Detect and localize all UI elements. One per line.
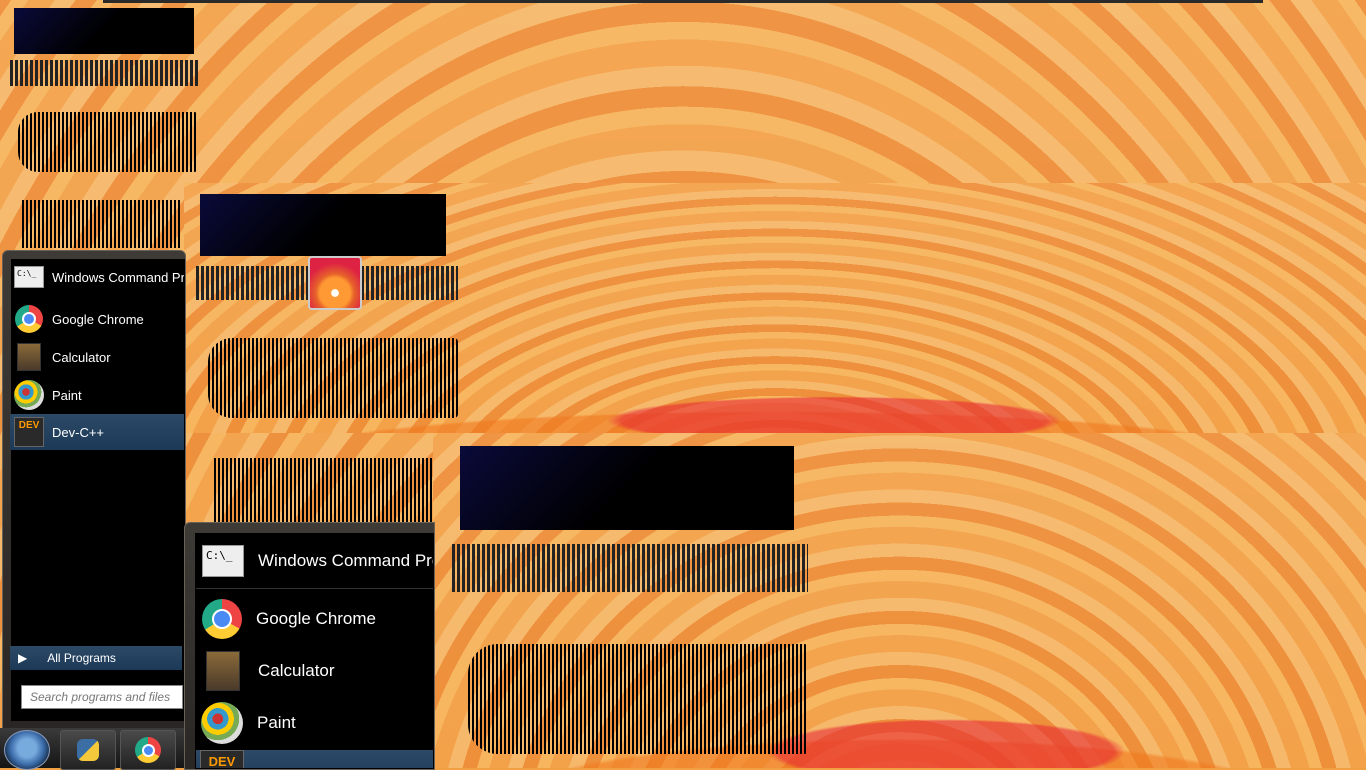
desktop-icon-glitch-3 [22,200,182,248]
calculator-icon [17,343,41,371]
menu-item-label: Windows Command Prompt [52,269,184,285]
chrome-icon [135,737,161,763]
desktop-glitch-text-low [452,544,808,592]
devcpp-icon: DEV [200,750,244,768]
menu-item-label: Google Chrome [52,311,144,327]
menu-item-paint[interactable]: Paint [10,376,184,414]
all-programs-button[interactable]: ▶ All Programs [10,646,182,670]
window-top-edge [103,0,1263,3]
chrome-icon [15,305,43,333]
recycle-bin-icon [18,112,198,172]
arrow-right-icon: ▶ [18,651,28,665]
menu-item-label: Google Chrome [256,609,377,628]
devcpp-icon: DEV [14,417,44,447]
cmd-icon: C:\_ [202,545,244,577]
menu-item-label: Calculator [52,349,111,365]
calculator-icon [206,651,240,691]
menu-item-devcpp-large[interactable]: DEV [196,750,433,768]
menu-item-label: Calculator [258,661,335,680]
cmd-icon: C:\_ [14,266,44,288]
start-menu-items: C:\_ Windows Command Prompt Google Chrom… [10,258,184,458]
menu-item-calculator-large[interactable]: Calculator [196,646,433,696]
taskbar-chrome-button[interactable] [120,730,176,770]
paint-icon [201,702,243,744]
menu-item-label: Dev-C++ [52,424,105,440]
all-programs-label: All Programs [47,651,116,665]
desktop-glitch-text [10,60,200,86]
search-input[interactable]: Search programs and files [21,685,183,709]
desktop-icon-glitch-low [460,446,794,530]
menu-item-cmd[interactable]: C:\_ Windows Command Prompt [10,258,184,296]
menu-item-calculator[interactable]: Calculator [10,338,184,376]
menu-item-label: Paint [257,713,296,732]
menu-item-label: Paint [52,387,82,403]
taskbar-python-button[interactable] [60,730,116,770]
menu-item-devcpp[interactable]: DEV Dev-C++ [10,414,184,450]
recycle-bin-icon-mid [208,338,458,418]
menu-item-label: Windows Command Prompt [258,551,433,570]
desktop-icon-glitch-mid [200,194,446,256]
paint-icon [14,380,44,410]
desktop-icon-glitch-mid-2 [214,458,434,522]
menu-item-cmd-large[interactable]: C:\_ Windows Command Prompt [196,534,433,589]
menu-item-paint-large[interactable]: Paint [196,698,433,748]
start-menu-large-items: C:\_ Windows Command Prompt Google Chrom… [196,534,433,768]
start-button[interactable] [4,730,50,770]
search-placeholder: Search programs and files [30,690,171,704]
python-icon [77,739,99,761]
menu-item-chrome-large[interactable]: Google Chrome [196,594,433,644]
chrome-icon [202,599,242,639]
desktop-icon-glitch [14,8,194,54]
menu-item-chrome[interactable]: Google Chrome [10,300,184,338]
user-picture-icon [308,256,362,310]
recycle-bin-icon-low [468,644,808,754]
